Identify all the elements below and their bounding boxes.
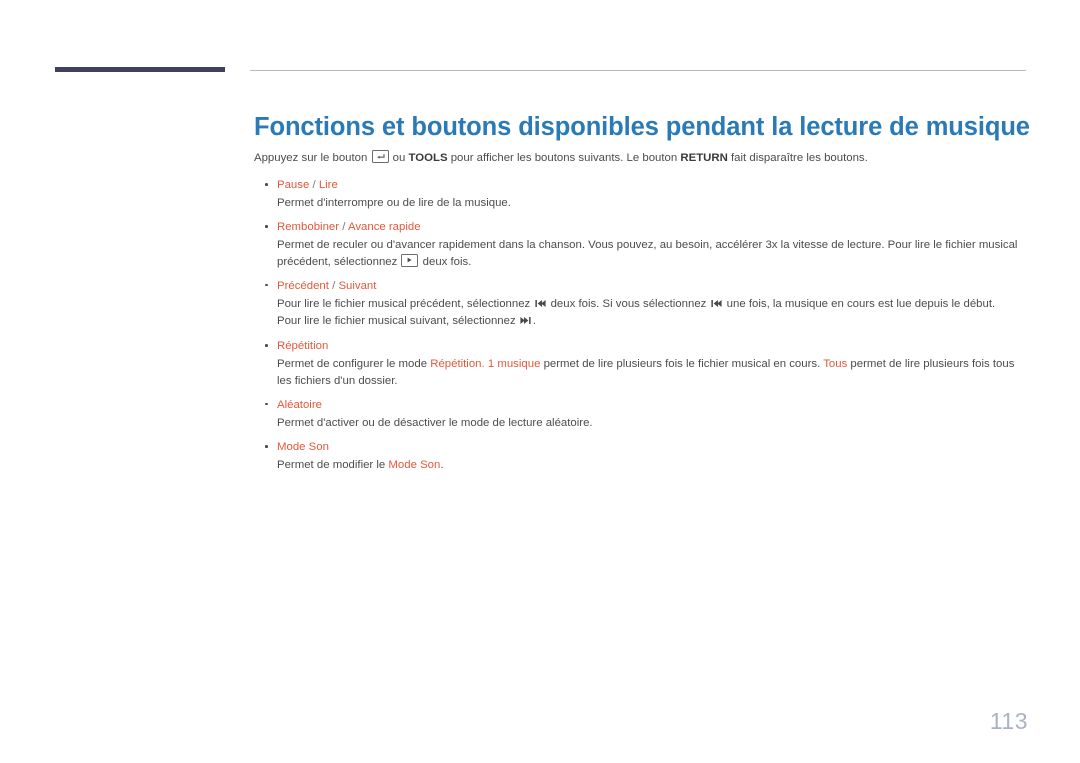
body-text-part1: Pour lire le fichier musical précédent, … bbox=[277, 297, 534, 310]
list-item: Mode Son Permet de modifier le Mode Son. bbox=[254, 439, 1029, 473]
body-text-part2: . bbox=[440, 459, 444, 472]
item-body-aleatoire: Permet d'activer ou de désactiver le mod… bbox=[277, 416, 593, 429]
list-item: Précédent / Suivant Pour lire le fichier… bbox=[254, 278, 1029, 330]
function-list: Pause / Lire Permet d'interrompre ou de … bbox=[254, 177, 1029, 473]
item-body-pause-lire: Permet d'interrompre ou de lire de la mu… bbox=[277, 197, 511, 210]
enter-key-icon bbox=[371, 150, 389, 163]
highlight-repetition: Répétition bbox=[430, 358, 482, 371]
return-button-label: RETURN bbox=[680, 152, 728, 164]
body-text-part2: deux fois. Si vous sélectionnez bbox=[547, 297, 710, 310]
item-title-repetition: Répétition bbox=[277, 338, 1029, 355]
item-title-separator: / bbox=[328, 279, 339, 292]
intro-text-part3: pour afficher les boutons suivants. Le b… bbox=[447, 152, 681, 164]
item-title-a: Rembobiner bbox=[277, 221, 340, 234]
previous-track-icon bbox=[535, 297, 546, 313]
item-body-precedent-suivant-line2: Pour lire le fichier musical suivant, sé… bbox=[277, 313, 1029, 330]
item-body-rembobiner-avance: Permet de reculer ou d'avancer rapidemen… bbox=[277, 237, 1029, 269]
intro-text-part1: Appuyez sur le bouton bbox=[254, 152, 371, 164]
list-item: Aléatoire Permet d'activer ou de désacti… bbox=[254, 397, 1029, 431]
body-text-part3: permet de lire plusieurs fois le fichier… bbox=[540, 358, 824, 371]
header-divider-rule bbox=[250, 70, 1026, 71]
play-key-icon bbox=[401, 253, 419, 267]
header-accent-bar bbox=[55, 67, 225, 72]
item-body-mode-son: Permet de modifier le Mode Son. bbox=[277, 457, 1029, 473]
list-item: Répétition Permet de configurer le mode … bbox=[254, 338, 1029, 388]
intro-text-part2: ou bbox=[389, 152, 409, 164]
body-text-part1: Permet de modifier le bbox=[277, 459, 389, 472]
item-title-mode-son: Mode Son bbox=[277, 439, 1029, 456]
item-title-a: Mode Son bbox=[277, 441, 329, 454]
intro-text-part4: fait disparaître les boutons. bbox=[727, 152, 868, 164]
item-title-rembobiner-avance: Rembobiner / Avance rapide bbox=[277, 219, 1029, 236]
body-text-part1: Permet de reculer ou d'avancer rapidemen… bbox=[277, 239, 1018, 268]
highlight-1-musique: 1 musique bbox=[487, 358, 541, 371]
item-title-b: Lire bbox=[318, 178, 338, 191]
next-track-icon bbox=[520, 314, 531, 330]
item-title-b: Suivant bbox=[338, 279, 377, 292]
highlight-tous: Tous bbox=[823, 358, 848, 371]
list-item: Rembobiner / Avance rapide Permet de rec… bbox=[254, 219, 1029, 269]
item-title-separator: / bbox=[309, 178, 319, 191]
page-title: Fonctions et boutons disponibles pendant… bbox=[254, 113, 1030, 142]
previous-track-icon bbox=[711, 297, 722, 313]
item-title-a: Pause bbox=[277, 178, 310, 191]
item-title-a: Aléatoire bbox=[277, 398, 322, 411]
body-text-part1: Permet de configurer le mode bbox=[277, 358, 431, 371]
item-title-b: Avance rapide bbox=[347, 221, 421, 234]
item-body-repetition: Permet de configurer le mode Répétition.… bbox=[277, 356, 1029, 388]
item-title-a: Répétition bbox=[277, 340, 329, 353]
item-title-a: Précédent bbox=[277, 279, 329, 292]
item-title-precedent-suivant: Précédent / Suivant bbox=[277, 278, 1029, 295]
page-header bbox=[0, 0, 1080, 80]
tools-button-label: TOOLS bbox=[408, 152, 448, 164]
item-title-aleatoire: Aléatoire bbox=[277, 397, 1029, 414]
intro-paragraph: Appuyez sur le bouton ou TOOLS pour affi… bbox=[254, 150, 1029, 167]
highlight-mode-son: Mode Son bbox=[388, 459, 441, 472]
item-body-precedent-suivant-line1: Pour lire le fichier musical précédent, … bbox=[277, 296, 1029, 313]
item-title-pause-lire: Pause / Lire bbox=[277, 177, 1029, 194]
body-text-part5: . bbox=[532, 315, 537, 328]
list-item: Pause / Lire Permet d'interrompre ou de … bbox=[254, 177, 1029, 211]
item-title-separator: / bbox=[339, 221, 348, 234]
body-text-part4: Pour lire le fichier musical suivant, sé… bbox=[277, 315, 519, 328]
content-area: Appuyez sur le bouton ou TOOLS pour affi… bbox=[254, 150, 1029, 481]
body-text-part2: deux fois. bbox=[419, 255, 472, 268]
page-number: 113 bbox=[989, 708, 1028, 734]
body-text-part3: une fois, la musique en cours est lue de… bbox=[723, 297, 996, 310]
